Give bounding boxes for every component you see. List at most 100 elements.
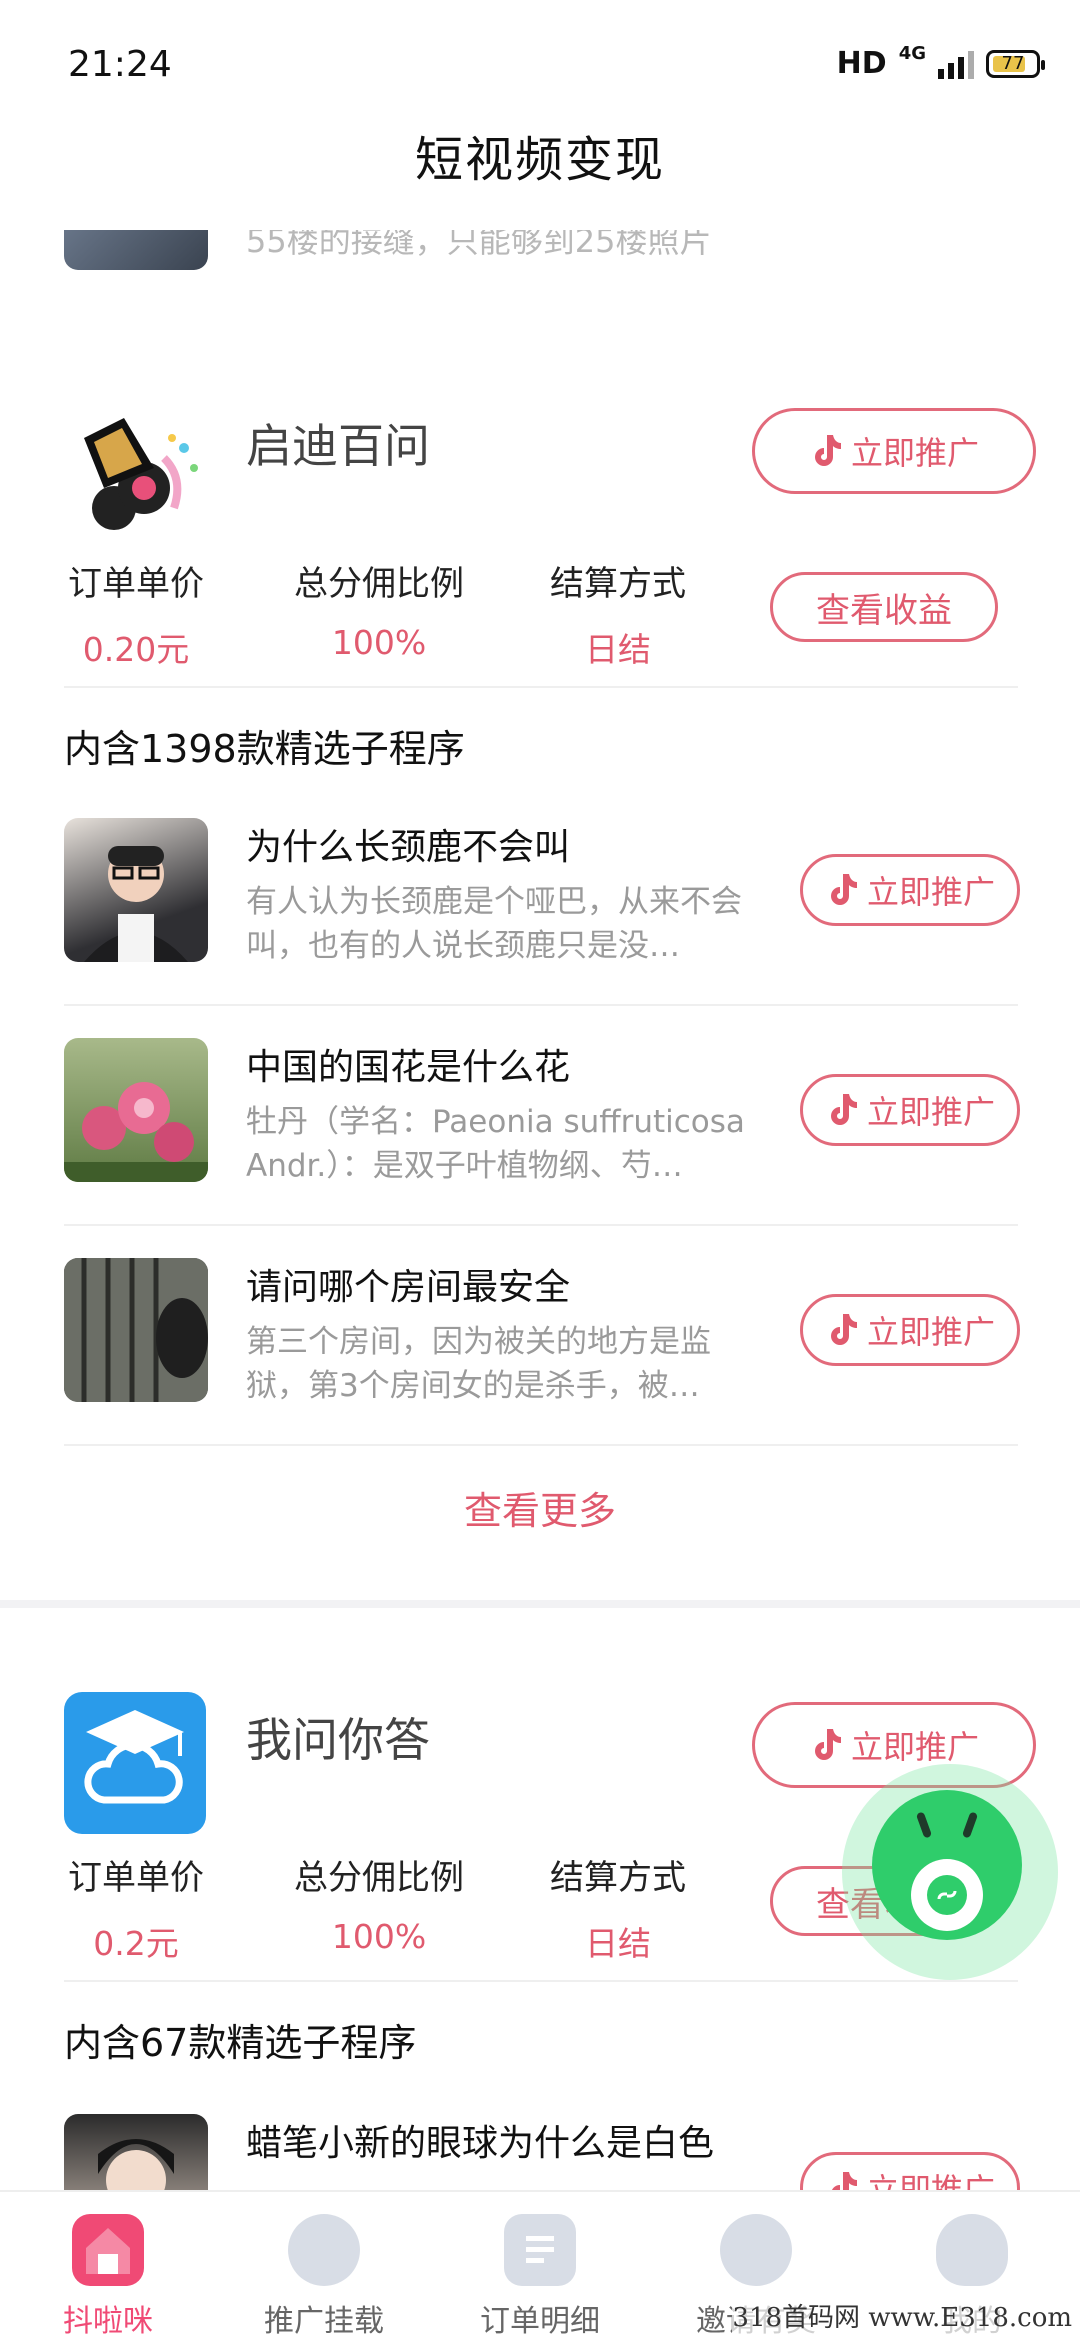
metric-commission: 总分佣比例 100% bbox=[284, 1850, 474, 1956]
status-bar: 21:24 HD 4G 77 bbox=[0, 0, 1080, 120]
promote-label: 立即推广 bbox=[866, 873, 995, 911]
metric-unit-price: 订单单价 0.2元 bbox=[64, 1850, 208, 1965]
list-item[interactable]: 为什么长颈鹿不会叫 有人认为长颈鹿是个哑巴，从来不会叫，也有的人说长颈鹿只是没…… bbox=[0, 818, 1080, 1038]
metric-label: 结算方式 bbox=[550, 564, 686, 604]
metric-commission: 总分佣比例 100% bbox=[284, 556, 474, 662]
tiktok-icon bbox=[830, 1094, 857, 1125]
status-icons: HD 4G 77 bbox=[836, 43, 1045, 81]
promote-label: 立即推广 bbox=[866, 1093, 995, 1131]
battery-icon: 77 bbox=[986, 49, 1045, 78]
item-thumbnail bbox=[64, 818, 208, 962]
network-type: 4G bbox=[898, 43, 926, 64]
crown-badge-icon bbox=[720, 2214, 792, 2286]
app-logo bbox=[64, 1692, 206, 1834]
girl-thumbnail-icon bbox=[98, 2139, 174, 2190]
nav-promotion[interactable]: 推广挂载 bbox=[216, 2192, 432, 2340]
promote-button[interactable]: 立即推广 bbox=[800, 1074, 1020, 1146]
item-thumbnail bbox=[64, 1258, 208, 1402]
promote-label: 立即推广 bbox=[866, 1313, 995, 1351]
tiktok-icon bbox=[830, 874, 857, 905]
metric-value: 0.20元 bbox=[82, 630, 190, 669]
battery-level: 77 bbox=[1001, 53, 1025, 74]
hd-indicator: HD bbox=[836, 46, 887, 81]
metric-label: 总分佣比例 bbox=[294, 564, 464, 604]
item-description: 有人认为长颈鹿是个哑巴，从来不会叫，也有的人说长颈鹿只是没… bbox=[246, 884, 742, 964]
metric-label: 结算方式 bbox=[550, 1858, 686, 1898]
person-thumbnail-icon bbox=[84, 846, 188, 962]
section-title: 内含67款精选子程序 bbox=[64, 2021, 417, 2065]
item-description: 牡丹（学名：Paeonia suffruticosa Andr.）：是双子叶植物… bbox=[246, 1104, 745, 1184]
status-time: 21:24 bbox=[68, 44, 172, 85]
nav-home[interactable]: 抖啦咪 bbox=[0, 2192, 216, 2340]
see-more-link[interactable]: 查看更多 bbox=[0, 1480, 1080, 1535]
page-title: 短视频变现 bbox=[414, 132, 665, 188]
item-thumbnail bbox=[64, 2114, 208, 2190]
profile-icon bbox=[936, 2214, 1008, 2286]
item-thumbnail bbox=[64, 230, 208, 270]
promote-button[interactable]: 立即推广 bbox=[752, 408, 1036, 494]
mini-program-icon bbox=[911, 1859, 983, 1931]
page-header: 短视频变现 bbox=[0, 120, 1080, 230]
item-title: 请问哪个房间最安全 bbox=[246, 1267, 571, 1308]
signal-icon bbox=[938, 49, 974, 79]
item-description: 第三个房间，因为被关的地方是监狱，第3个房间女的是杀手，被… bbox=[246, 1324, 711, 1404]
promote-label: 立即推广 bbox=[866, 2171, 995, 2190]
item-thumbnail bbox=[64, 1038, 208, 1182]
tiktok-icon bbox=[814, 1729, 841, 1760]
gramophone-icon bbox=[84, 418, 198, 530]
promote-label: 立即推广 bbox=[850, 434, 979, 472]
app-logo bbox=[64, 398, 206, 540]
item-description: 55楼的接缝，只能够到25楼照片 bbox=[246, 230, 712, 260]
divider bbox=[64, 1980, 1018, 1982]
nav-orders[interactable]: 订单明细 bbox=[432, 2192, 648, 2340]
tiktok-icon bbox=[830, 1314, 857, 1345]
tiktok-icon bbox=[814, 435, 841, 466]
divider bbox=[64, 1444, 1018, 1446]
promote-label: 立即推广 bbox=[850, 1728, 979, 1766]
metric-label: 订单单价 bbox=[68, 1858, 204, 1898]
item-title: 为什么长颈鹿不会叫 bbox=[246, 827, 571, 868]
cage-thumbnail-icon bbox=[64, 1258, 208, 1402]
android-antenna-right bbox=[961, 1811, 979, 1839]
item-title: 蜡笔小新的眼球为什么是白色 bbox=[246, 2123, 715, 2164]
document-icon bbox=[504, 2214, 576, 2286]
partial-list-item[interactable]: 55楼的接缝，只能够到25楼照片 bbox=[0, 230, 1080, 302]
metric-unit-price: 订单单价 0.20元 bbox=[64, 556, 208, 671]
tiktok-icon bbox=[831, 2172, 857, 2190]
metric-value: 0.2元 bbox=[93, 1924, 179, 1963]
promote-button[interactable]: 立即推广 bbox=[800, 1294, 1020, 1366]
metric-value: 100% bbox=[331, 623, 427, 662]
link-icon bbox=[927, 1875, 967, 1915]
home-icon bbox=[72, 2214, 144, 2286]
badge-icon bbox=[288, 2214, 360, 2286]
metric-label: 订单单价 bbox=[68, 564, 204, 604]
divider bbox=[64, 1004, 1018, 1006]
nav-label: 订单明细 bbox=[480, 2304, 600, 2339]
item-title: 中国的国花是什么花 bbox=[246, 1047, 571, 1088]
list-item[interactable]: 蜡笔小新的眼球为什么是白色 立即推广 bbox=[0, 2114, 1080, 2190]
divider bbox=[64, 1224, 1018, 1226]
nav-label: 抖啦咪 bbox=[63, 2304, 153, 2339]
metric-label: 总分佣比例 bbox=[294, 1858, 464, 1898]
list-item[interactable]: 中国的国花是什么花 牡丹（学名：Paeonia suffruticosa And… bbox=[0, 1038, 1080, 1258]
app-name: 启迪百问 bbox=[246, 419, 430, 473]
metric-value: 100% bbox=[331, 1917, 427, 1956]
cloud-graduation-icon bbox=[84, 1710, 184, 1804]
peony-flower-icon bbox=[64, 1082, 208, 1182]
house-shape bbox=[86, 2228, 130, 2274]
android-antenna-left bbox=[915, 1811, 933, 1839]
metric-value: 日结 bbox=[585, 630, 651, 669]
promote-button[interactable]: 立即推广 bbox=[800, 854, 1020, 926]
promote-button[interactable]: 立即推广 bbox=[800, 2152, 1020, 2190]
watermark: 318首码网 www.E318.com bbox=[732, 2297, 1072, 2334]
app-name: 我问你答 bbox=[246, 1713, 430, 1767]
metric-settlement: 结算方式 日结 bbox=[546, 556, 690, 671]
divider bbox=[64, 686, 1018, 688]
program-card: 启迪百问 立即推广 订单单价 0.20元 总分佣比例 100% 结算方式 日结 … bbox=[0, 310, 1080, 1600]
metric-value: 日结 bbox=[585, 1924, 651, 1963]
earnings-label: 查看收益 bbox=[816, 590, 952, 631]
mini-program-float-button[interactable] bbox=[872, 1790, 1022, 1940]
section-title: 内含1398款精选子程序 bbox=[64, 727, 465, 771]
view-earnings-button[interactable]: 查看收益 bbox=[770, 572, 998, 642]
nav-label: 推广挂载 bbox=[264, 2304, 384, 2339]
